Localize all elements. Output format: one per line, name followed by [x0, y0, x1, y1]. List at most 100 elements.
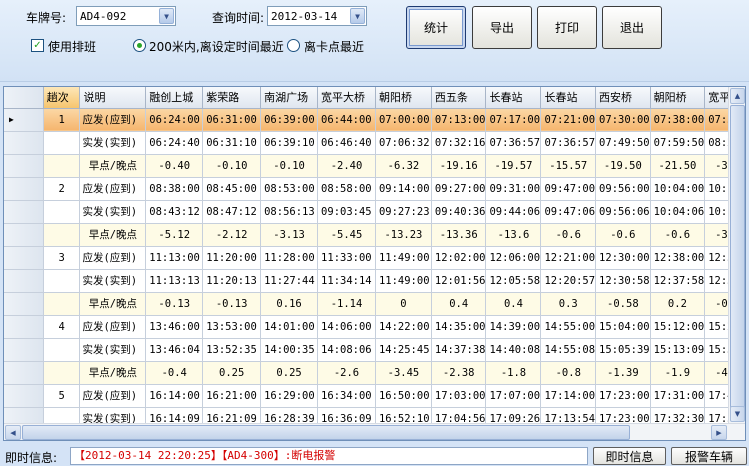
row-header[interactable]: [4, 177, 44, 201]
desc-cell[interactable]: 实发(实到): [79, 200, 147, 224]
table-row[interactable]: ▶ 1 应发(应到) 06:24:00 06:31:00 06:39:00 06:44:00…: [4, 108, 745, 132]
time-cell[interactable]: 14:55:08: [540, 338, 597, 362]
time-cell[interactable]: -1.9: [650, 361, 706, 385]
time-cell[interactable]: 16:29:00: [260, 384, 319, 408]
time-cell[interactable]: 17:03:00: [431, 384, 487, 408]
table-row[interactable]: 实发(实到) 06:24:40 06:31:10 06:39:10 06:46:40 07…: [4, 131, 745, 155]
time-cell[interactable]: 09:56:06: [595, 200, 651, 224]
time-cell[interactable]: 12:30:58: [595, 269, 651, 293]
table-row[interactable]: 实发(实到) 08:43:12 08:47:12 08:56:13 09:03:45 09…: [4, 200, 745, 224]
table-row[interactable]: 早点/晚点 -0.4 0.25 0.25 -2.6 -3.45 -2.38 -1.8 -0.8-…: [4, 361, 745, 385]
col-header-stop[interactable]: 西安桥: [595, 87, 651, 109]
col-header-stop[interactable]: 融创上城: [145, 87, 204, 109]
scroll-down-icon[interactable]: ▼: [730, 406, 745, 422]
time-cell[interactable]: -2.40: [317, 154, 376, 178]
time-cell[interactable]: 14:01:00: [260, 315, 319, 339]
time-cell[interactable]: 16:14:00: [145, 384, 204, 408]
time-cell[interactable]: -1.8: [485, 361, 542, 385]
time-cell[interactable]: 06:39:00: [260, 108, 319, 132]
time-cell[interactable]: -0.58: [595, 292, 651, 316]
time-cell[interactable]: 07:36:57: [485, 131, 542, 155]
time-cell[interactable]: 09:27:23: [375, 200, 432, 224]
time-cell[interactable]: 16:34:00: [317, 384, 376, 408]
time-cell[interactable]: 0.25: [260, 361, 319, 385]
chevron-down-icon[interactable]: ▼: [159, 8, 174, 24]
time-cell[interactable]: 09:40:36: [431, 200, 487, 224]
time-cell[interactable]: 08:56:13: [260, 200, 319, 224]
trip-cell[interactable]: [43, 200, 81, 224]
time-cell[interactable]: -0.10: [202, 154, 262, 178]
time-cell[interactable]: 11:13:13: [145, 269, 204, 293]
trip-cell[interactable]: [43, 269, 81, 293]
time-cell[interactable]: 14:22:00: [375, 315, 432, 339]
time-cell[interactable]: 07:13:00: [431, 108, 487, 132]
time-cell[interactable]: 15:05:39: [595, 338, 651, 362]
time-cell[interactable]: -2.6: [317, 361, 376, 385]
time-cell[interactable]: 06:39:10: [260, 131, 319, 155]
time-cell[interactable]: 06:44:00: [317, 108, 376, 132]
chevron-down-icon[interactable]: ▼: [350, 8, 365, 24]
time-cell[interactable]: 13:46:00: [145, 315, 204, 339]
trip-cell[interactable]: 5: [43, 384, 81, 408]
time-cell[interactable]: 14:55:00: [540, 315, 597, 339]
time-cell[interactable]: 09:27:00: [431, 177, 487, 201]
time-cell[interactable]: 08:45:00: [202, 177, 262, 201]
col-header-desc[interactable]: 说明: [79, 87, 147, 109]
trip-cell[interactable]: [43, 131, 81, 155]
time-cell[interactable]: -0.10: [260, 154, 319, 178]
desc-cell[interactable]: 早点/晚点: [79, 292, 147, 316]
time-cell[interactable]: 11:20:13: [202, 269, 262, 293]
time-cell[interactable]: 09:47:06: [540, 200, 597, 224]
col-header-stop[interactable]: 长春站: [540, 87, 597, 109]
time-cell[interactable]: 10:04:00: [650, 177, 706, 201]
time-cell[interactable]: 09:31:00: [485, 177, 542, 201]
row-header[interactable]: [4, 154, 44, 178]
row-header[interactable]: [4, 361, 44, 385]
row-header[interactable]: [4, 315, 44, 339]
time-cell[interactable]: 09:56:00: [595, 177, 651, 201]
vertical-scroll-thumb[interactable]: [730, 105, 745, 410]
table-row[interactable]: 早点/晚点 -0.40 -0.10 -0.10 -2.40 -6.32 -19.16 -19.…: [4, 154, 745, 178]
time-cell[interactable]: 11:49:00: [375, 246, 432, 270]
time-cell[interactable]: 07:17:00: [485, 108, 542, 132]
col-header-stop[interactable]: 长春站: [485, 87, 542, 109]
table-row[interactable]: 4 应发(应到) 13:46:00 13:53:00 14:01:00 14:06:00 1…: [4, 315, 745, 339]
time-cell[interactable]: 0.2: [650, 292, 706, 316]
table-row[interactable]: 实发(实到) 13:46:04 13:52:35 14:00:35 14:08:06 14…: [4, 338, 745, 362]
desc-cell[interactable]: 实发(实到): [79, 338, 147, 362]
time-cell[interactable]: -3.13: [260, 223, 319, 247]
time-cell[interactable]: -5.12: [145, 223, 204, 247]
time-cell[interactable]: -1.14: [317, 292, 376, 316]
time-cell[interactable]: 10:04:06: [650, 200, 706, 224]
desc-cell[interactable]: 应发(应到): [79, 315, 147, 339]
row-header[interactable]: [4, 269, 44, 293]
time-cell[interactable]: 0.4: [431, 292, 487, 316]
time-cell[interactable]: 13:52:35: [202, 338, 262, 362]
time-cell[interactable]: 07:59:50: [650, 131, 706, 155]
desc-cell[interactable]: 应发(应到): [79, 246, 147, 270]
time-cell[interactable]: 0.4: [485, 292, 542, 316]
time-cell[interactable]: 13:46:04: [145, 338, 204, 362]
time-cell[interactable]: 08:58:00: [317, 177, 376, 201]
time-cell[interactable]: -2.12: [202, 223, 262, 247]
time-cell[interactable]: -0.4: [145, 361, 204, 385]
trip-cell[interactable]: 4: [43, 315, 81, 339]
desc-cell[interactable]: 应发(应到): [79, 108, 147, 132]
trip-cell[interactable]: [43, 292, 81, 316]
time-cell[interactable]: 07:21:00: [540, 108, 597, 132]
trip-cell[interactable]: 3: [43, 246, 81, 270]
print-button[interactable]: 打印: [537, 6, 597, 49]
time-cell[interactable]: -1.39: [595, 361, 651, 385]
scroll-right-icon[interactable]: ▶: [711, 425, 727, 440]
table-row[interactable]: 早点/晚点 -0.13 -0.13 0.16 -1.14 0 0.4 0.4 0.3 -0.58 0…: [4, 292, 745, 316]
time-cell[interactable]: 17:07:00: [485, 384, 542, 408]
row-header[interactable]: [4, 223, 44, 247]
time-cell[interactable]: 12:21:00: [540, 246, 597, 270]
time-cell[interactable]: 06:31:00: [202, 108, 262, 132]
time-cell[interactable]: 08:43:12: [145, 200, 204, 224]
time-cell[interactable]: 0.16: [260, 292, 319, 316]
time-cell[interactable]: 06:24:40: [145, 131, 204, 155]
time-cell[interactable]: 07:36:57: [540, 131, 597, 155]
time-cell[interactable]: -19.57: [485, 154, 542, 178]
time-cell[interactable]: 11:34:14: [317, 269, 376, 293]
